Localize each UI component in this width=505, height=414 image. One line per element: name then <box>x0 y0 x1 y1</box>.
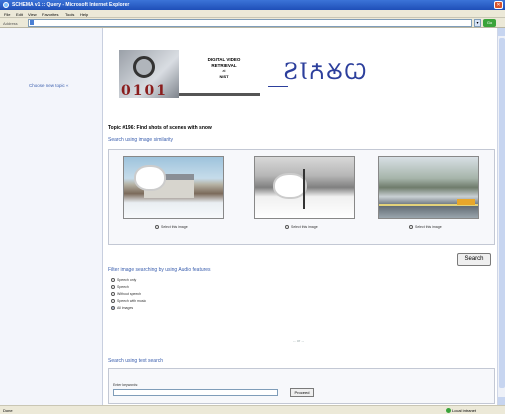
audio-option-label: All images <box>117 306 134 310</box>
scroll-up-icon[interactable] <box>498 28 505 36</box>
radio-icon[interactable] <box>155 225 159 230</box>
keywords-label: Enter keywords: <box>113 383 139 387</box>
banner-binary-digits: 0101 <box>121 83 168 99</box>
audio-option-speech-with-music[interactable]: Speech with music <box>111 299 147 304</box>
select-image-2[interactable]: Select this image <box>285 225 318 230</box>
status-bar: Done Local intranet <box>0 405 505 414</box>
radio-icon[interactable] <box>111 285 115 290</box>
menu-bar: File Edit View Favorites Tools Help <box>0 10 505 18</box>
banner-line-3: at <box>222 69 226 73</box>
trecvid-banner: 0101 DIGITAL VIDEO RETRIEVAL at NIST <box>119 50 260 99</box>
address-label: Address <box>3 21 18 26</box>
schema-logo: ꙄꙆꙈꙊꙌ <box>283 60 368 85</box>
schema-logo-rule <box>268 86 288 87</box>
address-dropdown-icon[interactable]: ▾ <box>474 19 481 27</box>
scroll-down-icon[interactable] <box>498 397 505 405</box>
close-window-button[interactable]: ✕ <box>494 1 503 9</box>
menu-edit[interactable]: Edit <box>16 12 23 17</box>
menu-help[interactable]: Help <box>80 12 88 17</box>
audio-option-speech-only[interactable]: Speech only <box>111 278 137 283</box>
address-bar: Address ▾ Go <box>0 18 505 28</box>
search-button[interactable]: Search <box>457 253 491 266</box>
radio-icon[interactable] <box>285 225 289 230</box>
thumbnail-snowy-road[interactable] <box>378 156 479 219</box>
radio-icon[interactable] <box>111 292 115 297</box>
snowy-tree-shape <box>136 167 164 189</box>
audio-option-label: Without speech <box>117 292 142 296</box>
window-titlebar: SCHEMA v1 :: Query - Microsoft Internet … <box>0 0 505 10</box>
truck-shape <box>457 199 475 205</box>
audio-option-without-speech[interactable]: Without speech <box>111 292 142 297</box>
menu-file[interactable]: File <box>4 12 10 17</box>
vertical-scrollbar[interactable] <box>497 28 505 405</box>
page-icon <box>30 20 34 25</box>
text-search-heading: Search using text search <box>108 358 164 364</box>
scroll-thumb[interactable] <box>499 38 505 388</box>
banner-org: NIST <box>219 74 229 79</box>
image-search-heading: Search using image similarity <box>108 137 174 143</box>
left-sidebar: Choose new topic « <box>0 28 103 405</box>
select-image-3[interactable]: Select this image <box>409 225 442 230</box>
go-button[interactable]: Go <box>483 19 496 27</box>
thumbnail-snowy-yard[interactable] <box>254 156 355 219</box>
status-text: Done <box>3 408 13 413</box>
audio-filter-heading: Filter image searching by using Audio fe… <box>108 267 211 273</box>
person-shape <box>303 169 305 209</box>
proceed-button[interactable]: Proceed <box>290 388 314 397</box>
menu-tools[interactable]: Tools <box>65 12 74 17</box>
window-title: SCHEMA v1 :: Query - Microsoft Internet … <box>12 2 130 8</box>
select-image-label: Select this image <box>415 225 442 229</box>
keywords-input[interactable] <box>113 389 278 396</box>
radio-icon[interactable] <box>111 299 115 304</box>
thumbnail-snowy-house[interactable] <box>123 156 224 219</box>
topic-title: Topic #196: Find shots of scenes with sn… <box>108 125 212 131</box>
internet-explorer-icon <box>3 2 9 8</box>
radio-icon[interactable] <box>111 278 115 283</box>
menu-favorites[interactable]: Favorites <box>42 12 58 17</box>
radio-checked-icon[interactable] <box>111 306 115 311</box>
select-image-label: Select this image <box>161 225 188 229</box>
audio-option-label: Speech with music <box>117 299 147 303</box>
audio-option-all-images[interactable]: All images <box>111 306 134 311</box>
url-input[interactable] <box>28 19 472 27</box>
audio-option-label: Speech only <box>117 278 137 282</box>
or-separator: -- or -- <box>293 338 305 343</box>
banner-line-1: DIGITAL VIDEO <box>207 57 241 62</box>
banner-line-2: RETRIEVAL <box>211 63 237 68</box>
audio-option-label: Speech <box>117 285 129 289</box>
intranet-zone-icon <box>446 408 451 413</box>
security-zone: Local intranet <box>452 408 477 413</box>
audio-option-speech[interactable]: Speech <box>111 285 129 290</box>
choose-new-topic-link[interactable]: Choose new topic « <box>29 83 69 88</box>
radio-icon[interactable] <box>409 225 413 230</box>
select-image-1[interactable]: Select this image <box>155 225 188 230</box>
banner-rule <box>179 93 260 96</box>
menu-view[interactable]: View <box>28 12 37 17</box>
snowy-bush-shape <box>275 175 305 197</box>
select-image-label: Select this image <box>291 225 318 229</box>
page-viewport: Choose new topic « 0101 DIGITAL VIDEO RE… <box>0 28 505 405</box>
text-search-panel: Enter keywords: Proceed <box>108 368 495 404</box>
film-reel-icon <box>133 56 155 78</box>
image-similarity-panel: Select this image Select this image Sele… <box>108 149 495 245</box>
